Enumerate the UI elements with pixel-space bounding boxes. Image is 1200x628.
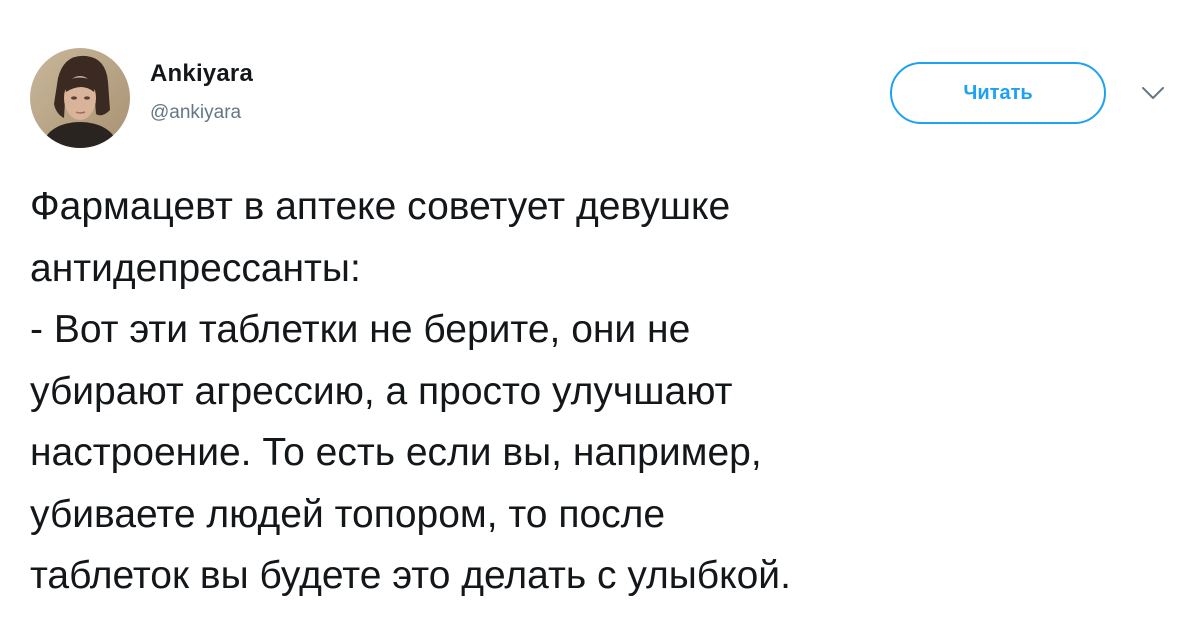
avatar[interactable] <box>30 48 130 148</box>
chevron-down-icon[interactable] <box>1140 84 1166 102</box>
author-display-name[interactable]: Ankiyara <box>150 60 253 88</box>
tweet-card: Ankiyara @ankiyara Читать Фармацевт в ап… <box>0 0 1200 628</box>
author-handle[interactable]: @ankiyara <box>150 102 241 124</box>
tweet-text: Фармацевт в аптеке советует девушке анти… <box>30 185 791 597</box>
follow-button[interactable]: Читать <box>890 62 1106 124</box>
avatar-photo <box>30 48 130 148</box>
